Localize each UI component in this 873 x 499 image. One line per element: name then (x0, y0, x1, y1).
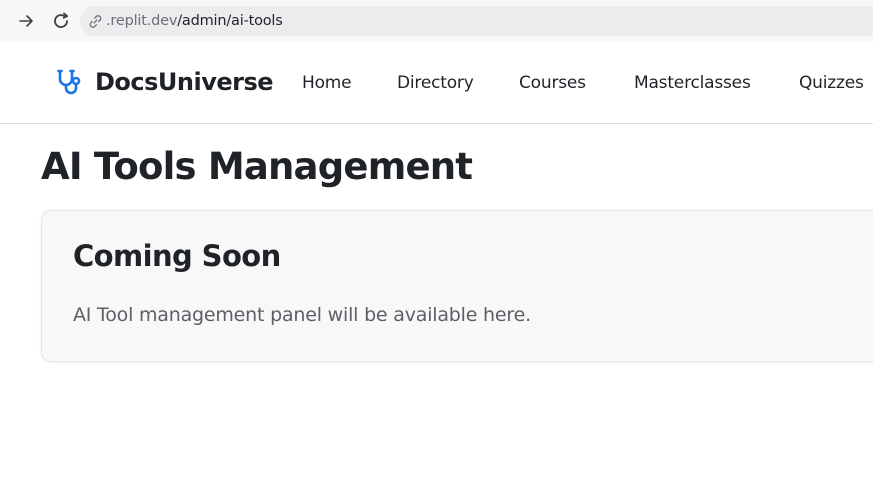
coming-soon-card: Coming Soon AI Tool management panel wil… (41, 210, 873, 362)
reload-icon[interactable] (49, 9, 73, 33)
brand-logo[interactable]: DocsUniverse (55, 67, 274, 97)
link-icon[interactable] (86, 12, 104, 30)
nav-link-quizzes[interactable]: Quizzes (799, 73, 864, 93)
nav-link-masterclasses[interactable]: Masterclasses (634, 73, 751, 93)
browser-toolbar: .replit.dev/admin/ai-tools (0, 0, 873, 42)
card-description: AI Tool management panel will be availab… (73, 304, 531, 326)
page-title: AI Tools Management (41, 145, 473, 188)
stethoscope-icon (55, 67, 85, 97)
site-header: DocsUniverse Home Directory Courses Mast… (0, 42, 873, 124)
url-text: .replit.dev/admin/ai-tools (106, 13, 283, 29)
url-path: /admin/ai-tools (177, 13, 283, 29)
brand-name: DocsUniverse (95, 68, 274, 96)
nav-link-courses[interactable]: Courses (519, 73, 586, 93)
nav-link-home[interactable]: Home (302, 73, 352, 93)
url-host: .replit.dev (106, 13, 178, 29)
card-title: Coming Soon (73, 239, 281, 273)
address-bar[interactable]: .replit.dev/admin/ai-tools (80, 6, 873, 36)
arrow-right-icon[interactable] (14, 9, 38, 33)
nav-link-directory[interactable]: Directory (397, 73, 474, 93)
